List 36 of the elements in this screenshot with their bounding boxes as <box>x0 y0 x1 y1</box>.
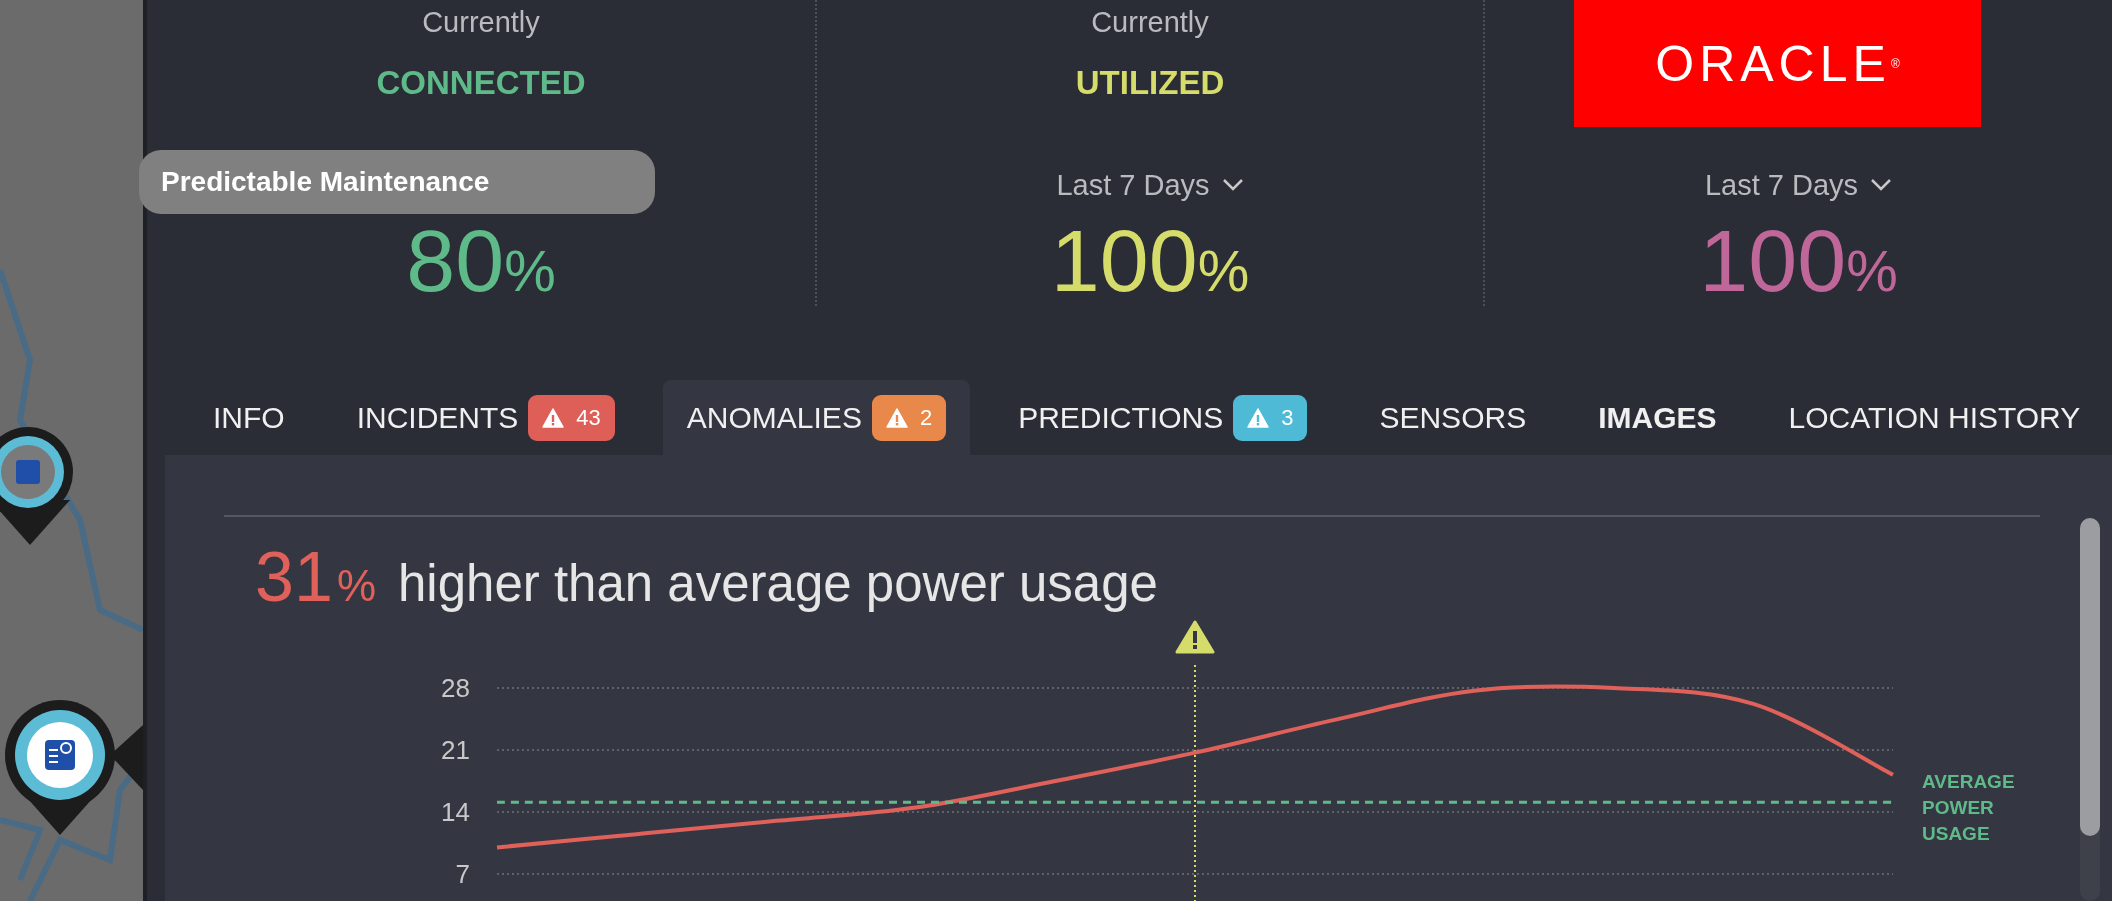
logo: ORACLE$^{®}$ <box>1574 0 1981 127</box>
count-badge: 43 <box>528 394 615 441</box>
tab[interactable]: LOCATION HISTORY <box>1764 380 2105 455</box>
y-tick-label: 7 <box>455 859 470 889</box>
status-caption: Currently <box>422 6 540 40</box>
map-pin[interactable] <box>0 427 73 545</box>
stat-percentage: 100% <box>1050 217 1250 305</box>
y-tick-label: 14 <box>441 797 470 827</box>
period-dropdown[interactable]: Last 7 Days <box>1056 168 1244 202</box>
headline: 31% higher than average power usage <box>254 537 1158 618</box>
chevron-down-icon <box>1221 178 1244 192</box>
picture-alert-marker[interactable] <box>1175 620 1215 901</box>
tab[interactable]: PREDICTIONS 3 <box>994 380 1332 455</box>
status-label: CONNECTED <box>376 63 586 103</box>
stat-percentage: 100% <box>1699 217 1898 305</box>
tab[interactable]: SENSORS <box>1355 380 1551 455</box>
warning-icon <box>1247 407 1270 428</box>
series-label: AVERAGE POWER USAGE <box>1922 771 2015 845</box>
tooltip: Predictable Maintenance <box>139 150 655 214</box>
warning-icon <box>885 407 908 428</box>
period-dropdown[interactable]: Last 7 Days <box>1704 168 1893 202</box>
count-badge: 3 <box>1233 394 1308 441</box>
tab[interactable]: INFO <box>189 380 309 455</box>
map-pin[interactable] <box>5 700 143 835</box>
tab[interactable]: ANOMALIES 2 <box>662 380 971 455</box>
stat-percentage: 80% <box>406 217 556 305</box>
y-tick-label: 21 <box>441 735 470 765</box>
status-caption: Currently <box>1091 6 1209 40</box>
tab[interactable]: INCIDENTS 43 <box>332 380 639 455</box>
tab[interactable]: IMAGES <box>1574 380 1741 455</box>
scrollbar-thumb[interactable] <box>2080 518 2100 836</box>
warning-icon <box>542 407 565 428</box>
chevron-down-icon <box>1870 178 1893 192</box>
status-label: UTILIZED <box>1075 63 1225 103</box>
y-tick-label: 28 <box>441 673 470 703</box>
count-badge: 2 <box>871 394 947 441</box>
